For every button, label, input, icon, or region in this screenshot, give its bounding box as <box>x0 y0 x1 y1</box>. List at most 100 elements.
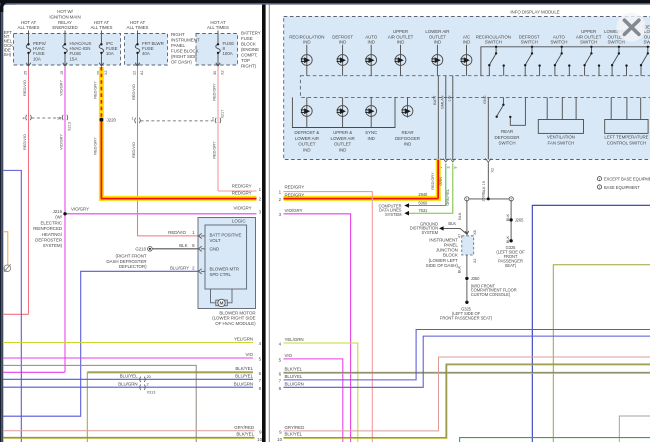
svg-text:2840: 2840 <box>418 192 428 197</box>
svg-text:GRN: GRN <box>439 177 443 186</box>
svg-text:INFO DISPLAY MODULE: INFO DISPLAY MODULE <box>510 9 559 14</box>
svg-text:LOWER AIR: LOWER AIR <box>331 136 355 141</box>
svg-text:VIO/GRY: VIO/GRY <box>234 206 252 211</box>
svg-text:30: 30 <box>213 71 217 75</box>
svg-text:SEAT): SEAT) <box>505 263 517 268</box>
svg-text:BLK: BLK <box>448 221 456 226</box>
svg-text:BATT POSITIVE: BATT POSITIVE <box>210 232 242 237</box>
svg-text:IGNITION MAIN: IGNITION MAIN <box>49 14 80 19</box>
svg-text:X2: X2 <box>473 259 477 264</box>
svg-text:100A: 100A <box>223 51 233 56</box>
svg-text:VIO: VIO <box>246 352 254 357</box>
svg-text:BLU/YEL: BLU/YEL <box>235 373 253 378</box>
svg-text:RED/VIO: RED/VIO <box>132 142 136 158</box>
svg-text:1: 1 <box>131 116 133 120</box>
svg-text:RIGHT): RIGHT) <box>241 64 257 69</box>
svg-text:J216: J216 <box>53 209 63 214</box>
svg-text:HOT AT: HOT AT <box>21 20 37 25</box>
svg-text:X6: X6 <box>473 230 477 235</box>
svg-text:VOLT: VOLT <box>210 238 221 243</box>
svg-text:(RIGHT SIDE: (RIGHT SIDE <box>171 54 197 59</box>
svg-text:GND: GND <box>483 95 487 104</box>
svg-text:M: M <box>220 301 224 306</box>
svg-text:GRY/RED: GRY/RED <box>285 425 305 430</box>
svg-text:RED/GRY: RED/GRY <box>212 83 216 101</box>
svg-text:HOT AT: HOT AT <box>130 20 146 25</box>
svg-text:OUTLET: OUTLET <box>298 142 315 147</box>
svg-text:FRONT PASSENGER SEAT): FRONT PASSENGER SEAT) <box>440 316 493 321</box>
svg-text:X313: X313 <box>147 391 156 395</box>
svg-text:X217: X217 <box>220 110 224 119</box>
svg-text:REAR: REAR <box>401 130 413 135</box>
svg-text:BLOWER MOTOR: BLOWER MOTOR <box>219 310 255 315</box>
svg-text:RED/GRY: RED/GRY <box>232 183 252 188</box>
svg-text:5060: 5060 <box>418 200 428 205</box>
svg-text:BATTERY: BATTERY <box>241 31 261 36</box>
svg-text:HOT W/: HOT W/ <box>57 9 73 14</box>
svg-text:VIO/GRY: VIO/GRY <box>285 208 303 213</box>
svg-text:BLK/YEL: BLK/YEL <box>235 366 253 371</box>
svg-text:PANEL: PANEL <box>171 43 186 48</box>
svg-text:SWITCH: SWITCH <box>550 40 567 45</box>
svg-text:15: 15 <box>60 71 64 75</box>
svg-text:SWITCH: SWITCH <box>580 40 597 45</box>
svg-text:X2: X2 <box>104 70 108 75</box>
svg-text:7531: 7531 <box>418 208 428 213</box>
svg-text:BLK: BLK <box>179 243 187 248</box>
svg-text:BLK/YEL: BLK/YEL <box>285 366 303 371</box>
svg-text:1: 1 <box>466 198 468 202</box>
svg-text:2: 2 <box>212 116 214 120</box>
svg-text:ALL TIMES: ALL TIMES <box>127 25 149 30</box>
svg-text:VIO/GRY: VIO/GRY <box>71 206 89 211</box>
svg-text:SIDE OF DASH): SIDE OF DASH) <box>426 263 459 268</box>
svg-text:(RIGHT FRONT: (RIGHT FRONT <box>116 253 147 258</box>
svg-text:(W/: (W/ <box>55 215 63 220</box>
svg-text:BLK: BLK <box>506 214 510 222</box>
svg-text:SW: SW <box>643 40 650 45</box>
svg-text:LOWER AIR: LOWER AIR <box>295 136 319 141</box>
svg-text:IND: IND <box>404 142 411 147</box>
svg-text:40A: 40A <box>142 51 150 56</box>
svg-text:BLOCK: BLOCK <box>241 42 256 47</box>
svg-text:X213: X213 <box>68 122 72 131</box>
svg-text:FUSE: FUSE <box>241 36 253 41</box>
svg-text:CONTROL SWITCH: CONTROL SWITCH <box>607 140 646 145</box>
svg-text:10: 10 <box>257 437 262 442</box>
svg-text:RED/GRY: RED/GRY <box>285 185 305 190</box>
svg-text:TOP: TOP <box>241 58 250 63</box>
svg-text:OUTLET: OUTLET <box>334 142 351 147</box>
svg-text:OF HVAC MODULE): OF HVAC MODULE) <box>215 321 256 326</box>
svg-text:IND: IND <box>434 40 441 45</box>
svg-text:IND: IND <box>339 147 346 152</box>
svg-text:1: 1 <box>599 178 601 182</box>
svg-text:IND: IND <box>303 40 310 45</box>
svg-text:SWITCH: SWITCH <box>608 40 625 45</box>
svg-text:9: 9 <box>454 167 458 169</box>
svg-text:10: 10 <box>57 117 61 121</box>
svg-text:IND: IND <box>397 40 404 45</box>
svg-text:LOGIC: LOGIC <box>232 218 246 223</box>
svg-text:(LOWER RIGHT SIDE: (LOWER RIGHT SIDE <box>212 316 255 321</box>
svg-text:RED/GRY: RED/GRY <box>232 191 252 196</box>
svg-text:HOT AT: HOT AT <box>94 20 110 25</box>
svg-text:3: 3 <box>447 167 451 169</box>
svg-text:GRN/YEL: GRN/YEL <box>446 189 450 206</box>
svg-text:SYSTEM: SYSTEM <box>385 212 402 217</box>
svg-text:20: 20 <box>147 375 151 379</box>
svg-text:J220: J220 <box>107 118 117 123</box>
svg-text:REINFORCED: REINFORCED <box>33 226 62 231</box>
svg-text:J350: J350 <box>471 276 480 281</box>
svg-text:FAN SWITCH: FAN SWITCH <box>548 140 575 145</box>
svg-text:X2: X2 <box>220 70 224 75</box>
svg-text:15A: 15A <box>70 56 78 61</box>
svg-text:RED/VIO: RED/VIO <box>132 84 136 100</box>
svg-text:IND: IND <box>303 147 310 152</box>
svg-text:10: 10 <box>277 437 282 442</box>
svg-text:BLU/GRN: BLU/GRN <box>118 382 137 387</box>
svg-text:10A: 10A <box>106 51 114 56</box>
svg-text:RED/VIO: RED/VIO <box>23 134 27 150</box>
svg-text:BASE EQUIPMENT: BASE EQUIPMENT <box>604 185 640 190</box>
svg-text:G210: G210 <box>135 247 146 252</box>
svg-text:47: 47 <box>457 234 461 238</box>
svg-text:VIO/GRY: VIO/GRY <box>60 80 64 96</box>
